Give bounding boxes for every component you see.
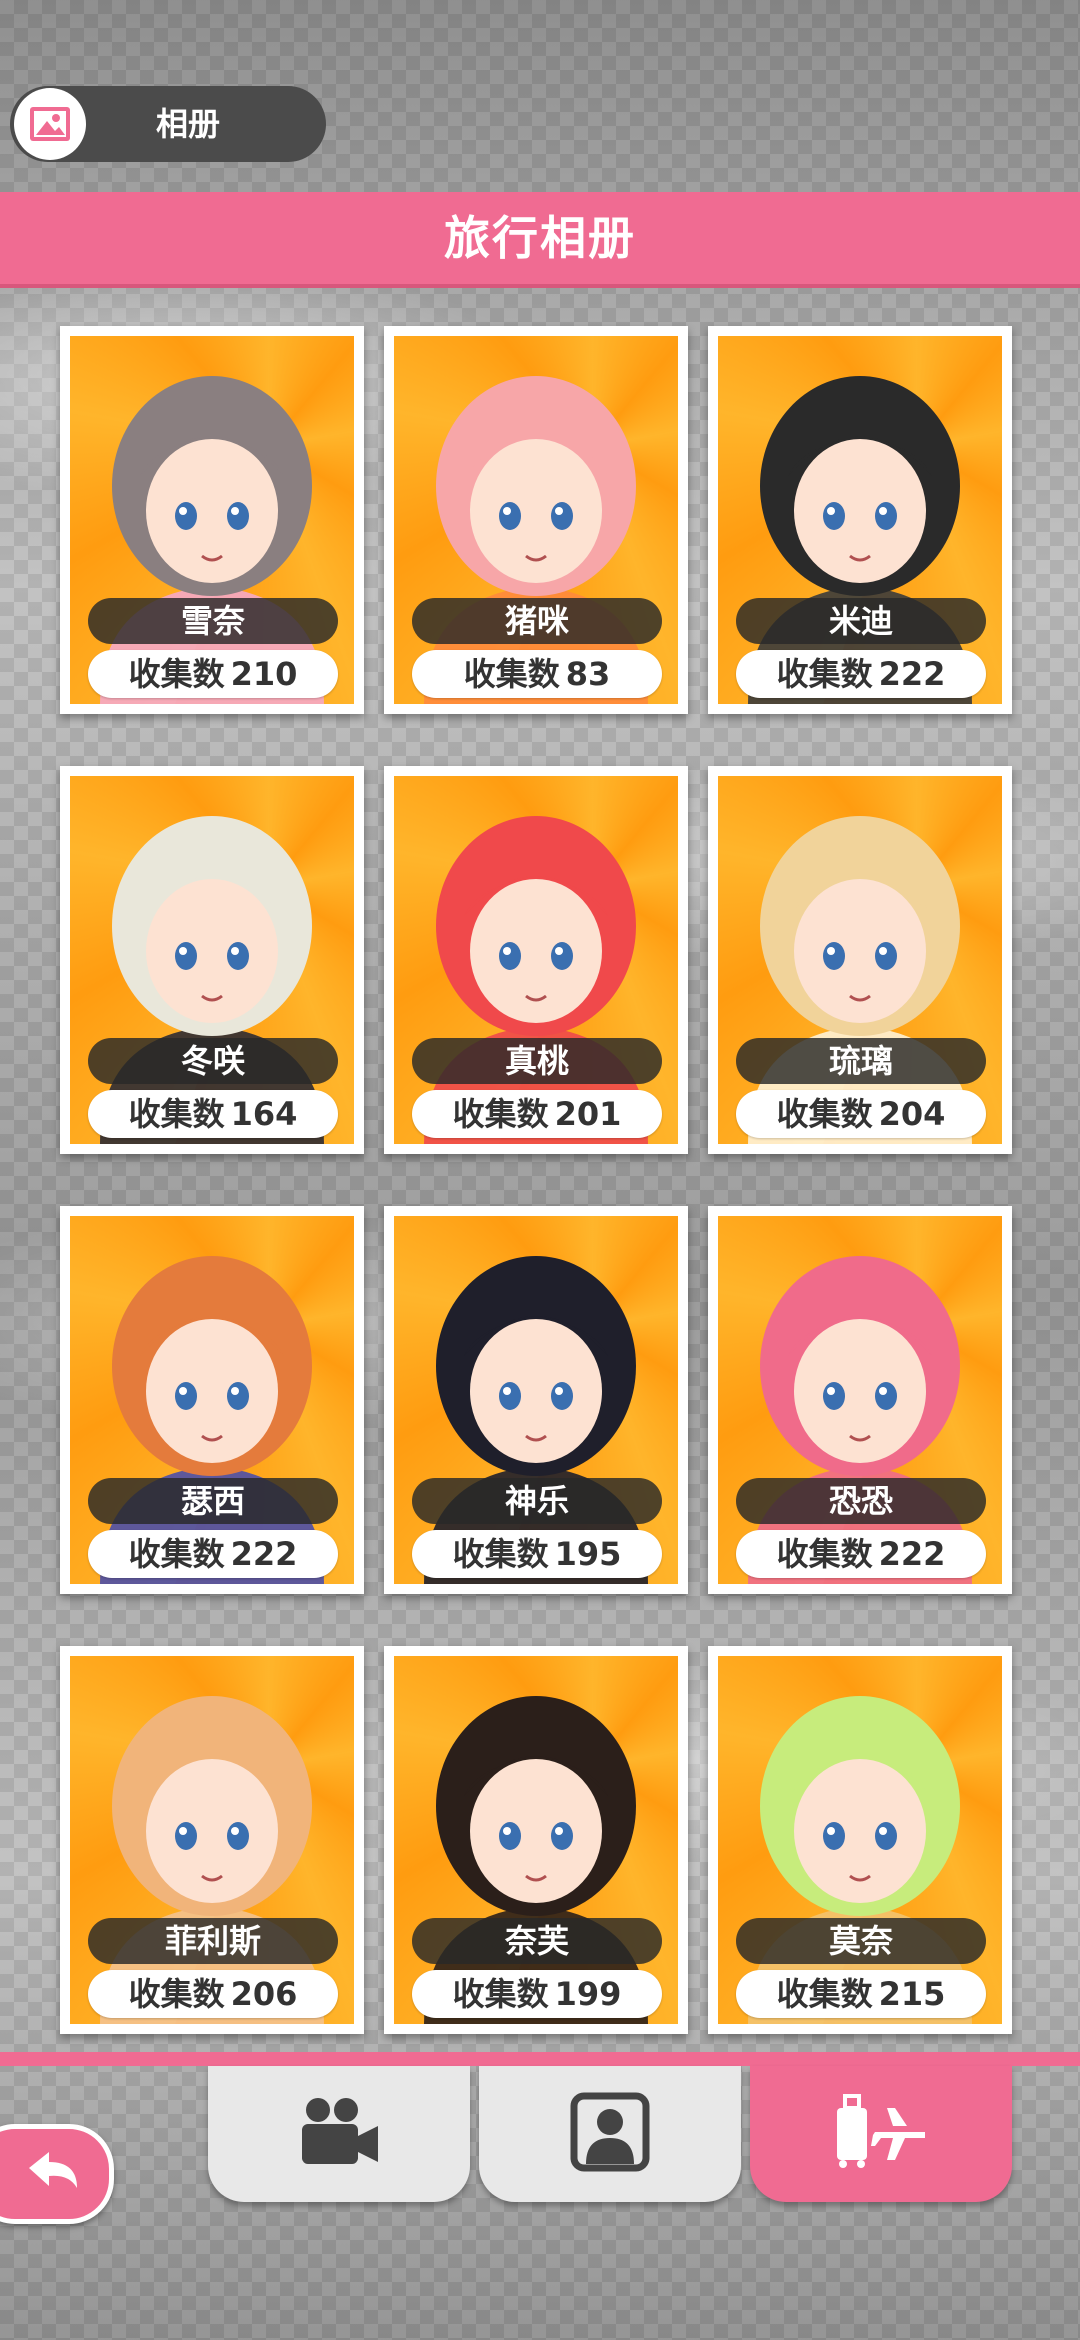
collection-count-value: 206	[230, 1975, 298, 2013]
tab-video[interactable]	[208, 2066, 470, 2202]
album-label: 相册	[156, 105, 221, 143]
character-portrait: 猪咪收集数 83	[394, 336, 678, 704]
collection-count: 收集数 204	[736, 1090, 986, 1138]
character-name: 恐恐	[736, 1478, 986, 1524]
character-name: 瑟西	[88, 1478, 338, 1524]
collection-count-value: 83	[565, 655, 611, 693]
tab-profile[interactable]	[479, 2066, 741, 2202]
character-card[interactable]: 琉璃收集数 204	[708, 766, 1012, 1154]
character-name: 冬咲	[88, 1038, 338, 1084]
character-illustration	[424, 816, 648, 1144]
character-portrait: 米迪收集数 222	[718, 336, 1002, 704]
character-name: 猪咪	[412, 598, 662, 644]
character-portrait: 恐恐收集数 222	[718, 1216, 1002, 1584]
character-illustration	[424, 1256, 648, 1584]
collection-count-label: 收集数	[452, 1975, 549, 2013]
character-illustration	[100, 1696, 324, 2024]
character-card[interactable]: 真桃收集数 201	[384, 766, 688, 1154]
character-portrait: 神乐收集数 195	[394, 1216, 678, 1584]
collection-count-label: 收集数	[463, 655, 560, 693]
collection-count: 收集数 210	[88, 650, 338, 698]
character-card[interactable]: 恐恐收集数 222	[708, 1206, 1012, 1594]
character-card[interactable]: 雪奈收集数 210	[60, 326, 364, 714]
character-name: 琉璃	[736, 1038, 986, 1084]
character-illustration	[748, 1256, 972, 1584]
collection-count: 收集数 83	[412, 650, 662, 698]
collection-count: 收集数 215	[736, 1970, 986, 2018]
collection-count: 收集数 222	[736, 1530, 986, 1578]
character-name: 莫奈	[736, 1918, 986, 1964]
character-name: 米迪	[736, 598, 986, 644]
collection-count-label: 收集数	[128, 655, 225, 693]
character-card[interactable]: 神乐收集数 195	[384, 1206, 688, 1594]
collection-count-label: 收集数	[452, 1535, 549, 1573]
person-portrait-icon	[568, 2090, 652, 2178]
character-illustration	[100, 376, 324, 704]
album-button[interactable]: 相册	[10, 86, 326, 162]
character-name: 神乐	[412, 1478, 662, 1524]
collection-count-label: 收集数	[128, 1535, 225, 1573]
collection-count-value: 201	[554, 1095, 622, 1133]
character-illustration	[748, 376, 972, 704]
character-name: 雪奈	[88, 598, 338, 644]
collection-count-label: 收集数	[776, 1535, 873, 1573]
character-portrait: 琉璃收集数 204	[718, 776, 1002, 1144]
character-card[interactable]: 瑟西收集数 222	[60, 1206, 364, 1594]
character-illustration	[100, 816, 324, 1144]
collection-count-value: 222	[878, 655, 946, 693]
collection-count: 收集数 201	[412, 1090, 662, 1138]
character-card[interactable]: 米迪收集数 222	[708, 326, 1012, 714]
character-illustration	[424, 1696, 648, 2024]
character-card[interactable]: 猪咪收集数 83	[384, 326, 688, 714]
character-illustration	[424, 376, 648, 704]
luggage-plane-icon	[831, 2092, 931, 2176]
collection-count-value: 222	[878, 1535, 946, 1573]
character-portrait: 雪奈收集数 210	[70, 336, 354, 704]
character-card[interactable]: 冬咲收集数 164	[60, 766, 364, 1154]
character-portrait: 瑟西收集数 222	[70, 1216, 354, 1584]
character-illustration	[748, 1696, 972, 2024]
character-portrait: 菲利斯收集数 206	[70, 1656, 354, 2024]
collection-count-value: 215	[878, 1975, 946, 2013]
video-camera-icon	[294, 2092, 384, 2176]
character-card[interactable]: 莫奈收集数 215	[708, 1646, 1012, 2034]
collection-count-value: 222	[230, 1535, 298, 1573]
character-name: 奈芙	[412, 1918, 662, 1964]
collection-count-label: 收集数	[452, 1095, 549, 1133]
character-illustration	[748, 816, 972, 1144]
collection-count: 收集数 195	[412, 1530, 662, 1578]
collection-count-value: 210	[230, 655, 298, 693]
image-icon	[14, 88, 86, 160]
collection-count-value: 204	[878, 1095, 946, 1133]
character-portrait: 莫奈收集数 215	[718, 1656, 1002, 2024]
collection-count-label: 收集数	[128, 1975, 225, 2013]
collection-count: 收集数 164	[88, 1090, 338, 1138]
character-illustration	[100, 1256, 324, 1584]
collection-count-value: 195	[554, 1535, 622, 1573]
page-title: 旅行相册	[0, 192, 1080, 288]
collection-count-value: 199	[554, 1975, 622, 2013]
character-name: 菲利斯	[88, 1918, 338, 1964]
collection-count-value: 164	[230, 1095, 298, 1133]
collection-count: 收集数 199	[412, 1970, 662, 2018]
character-portrait: 真桃收集数 201	[394, 776, 678, 1144]
character-name: 真桃	[412, 1038, 662, 1084]
collection-count: 收集数 222	[88, 1530, 338, 1578]
collection-count-label: 收集数	[128, 1095, 225, 1133]
back-button[interactable]	[0, 2124, 114, 2224]
collection-count: 收集数 206	[88, 1970, 338, 2018]
tab-travel[interactable]	[750, 2066, 1012, 2202]
bottom-divider	[0, 2052, 1080, 2066]
collection-count-label: 收集数	[776, 1975, 873, 2013]
character-card[interactable]: 菲利斯收集数 206	[60, 1646, 364, 2034]
character-portrait: 冬咲收集数 164	[70, 776, 354, 1144]
collection-count: 收集数 222	[736, 650, 986, 698]
back-arrow-icon	[25, 2148, 85, 2200]
character-card[interactable]: 奈芙收集数 199	[384, 1646, 688, 2034]
collection-count-label: 收集数	[776, 1095, 873, 1133]
character-portrait: 奈芙收集数 199	[394, 1656, 678, 2024]
collection-count-label: 收集数	[776, 655, 873, 693]
